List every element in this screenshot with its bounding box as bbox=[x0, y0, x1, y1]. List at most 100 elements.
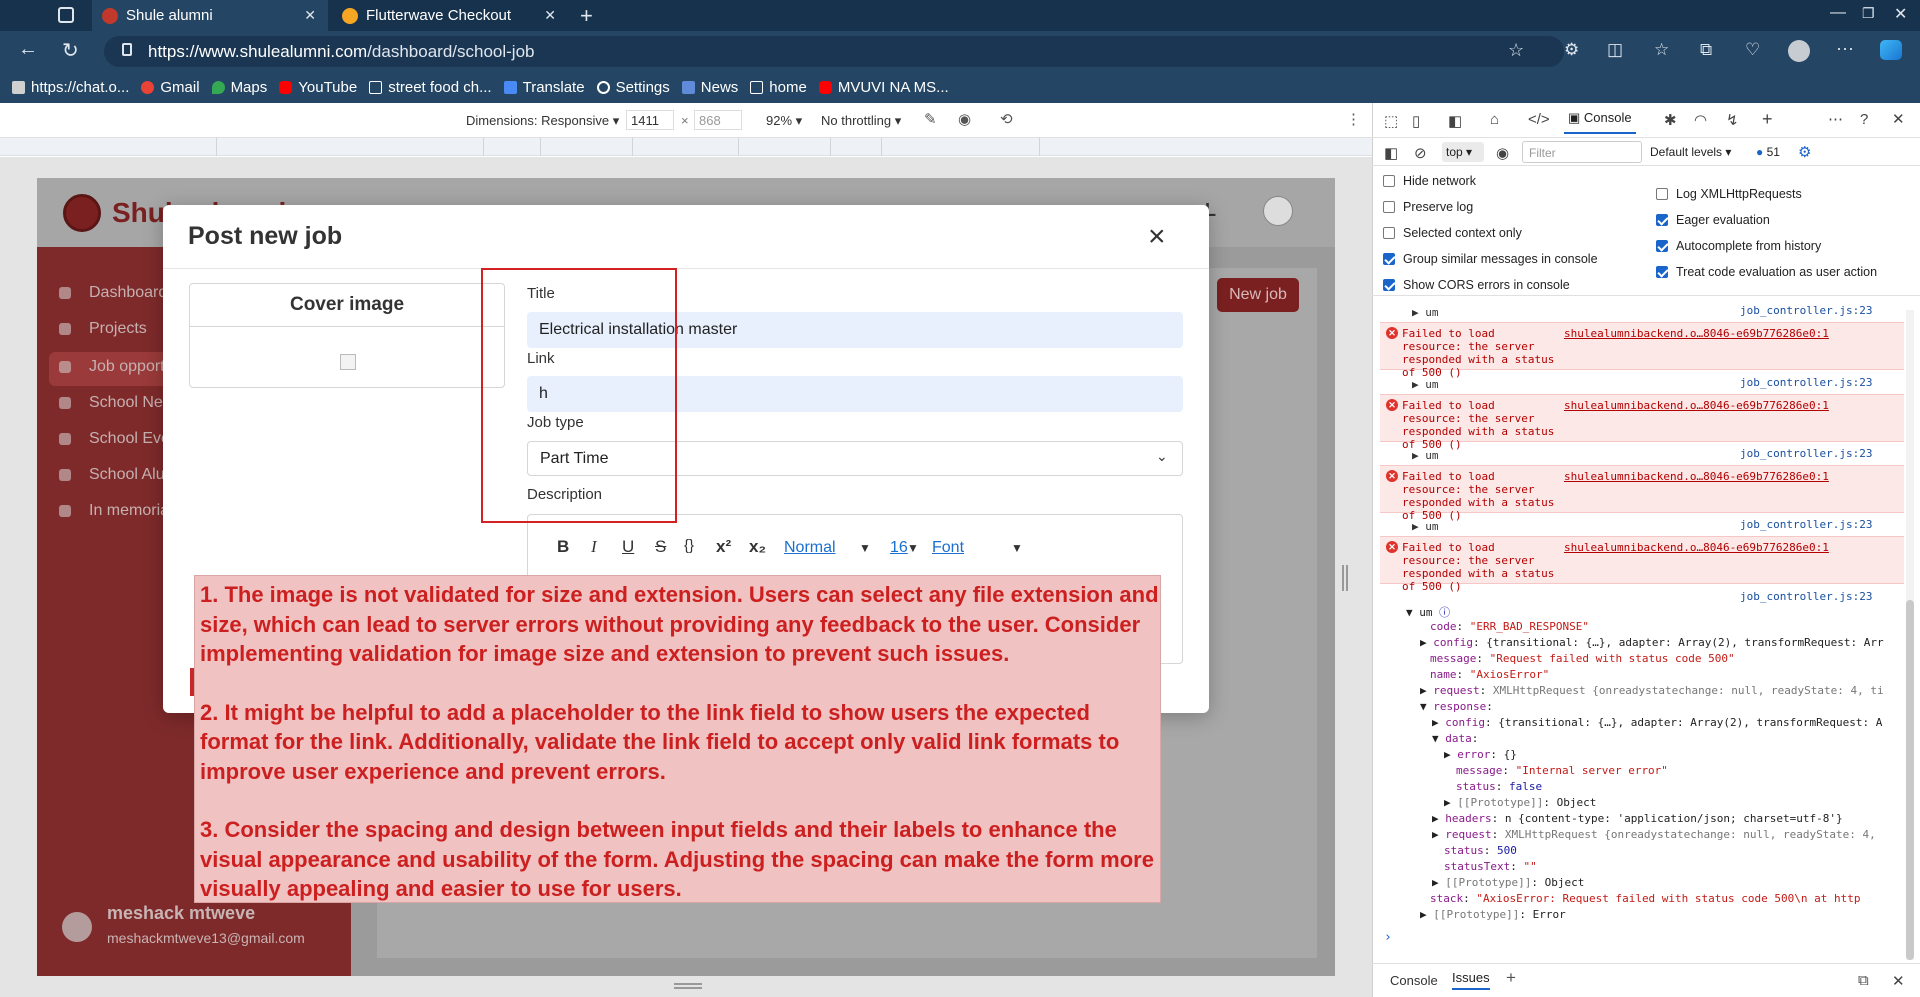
close-tab-icon[interactable]: ✕ bbox=[304, 7, 316, 24]
copilot-icon[interactable] bbox=[1880, 40, 1902, 60]
eye-icon[interactable]: ◉ bbox=[958, 110, 971, 128]
profile-avatar[interactable] bbox=[1788, 40, 1810, 62]
checkbox[interactable] bbox=[1383, 175, 1395, 187]
sources-icon[interactable]: ✱ bbox=[1664, 111, 1677, 129]
app-logo-icon[interactable] bbox=[63, 194, 101, 232]
split-screen-icon[interactable]: ◫ bbox=[1607, 40, 1623, 60]
drawer-close-icon[interactable]: ✕ bbox=[1892, 972, 1905, 990]
extensions-icon[interactable]: ⚙ bbox=[1564, 40, 1579, 60]
bookmark-maps[interactable]: Maps bbox=[211, 79, 267, 96]
sidebar-item-dashboard[interactable]: Dashboard bbox=[59, 284, 167, 302]
log-source-link[interactable]: job_controller.js:23 bbox=[1740, 447, 1872, 460]
minimize-icon[interactable]: — bbox=[1830, 4, 1846, 22]
drawer-add-icon[interactable]: + bbox=[1506, 968, 1516, 988]
throttling-dropdown[interactable]: No throttling ▾ bbox=[821, 113, 901, 129]
subscript-button[interactable]: x₂ bbox=[749, 537, 766, 557]
network-icon[interactable]: ◠ bbox=[1694, 111, 1707, 129]
checkbox[interactable] bbox=[1383, 253, 1395, 265]
log-um[interactable]: ▶ um bbox=[1412, 378, 1439, 391]
console-settings-icon[interactable]: ⚙ bbox=[1798, 143, 1811, 161]
viewport-side-resize-handle[interactable] bbox=[1342, 565, 1348, 591]
tree-request[interactable]: ▶ request: XMLHttpRequest {onreadystatec… bbox=[1420, 684, 1884, 697]
more-menu-icon[interactable]: ··· bbox=[1836, 38, 1854, 59]
device-more-icon[interactable]: ⋮ bbox=[1346, 110, 1361, 128]
log-um[interactable]: ▶ um bbox=[1412, 520, 1439, 533]
setting-selected-context[interactable]: Selected context only bbox=[1383, 226, 1522, 240]
levels-dropdown[interactable]: Default levels ▾ bbox=[1650, 145, 1731, 159]
filter-input[interactable]: Filter bbox=[1522, 141, 1642, 163]
drawer-tab-console[interactable]: Console bbox=[1390, 973, 1438, 988]
issues-counter[interactable]: ● 51 bbox=[1756, 145, 1780, 159]
bookmark-news[interactable]: News bbox=[681, 79, 738, 96]
bookmark-youtube[interactable]: YouTube bbox=[279, 79, 357, 96]
setting-preserve-log[interactable]: Preserve log bbox=[1383, 200, 1473, 214]
log-um[interactable]: ▶ um bbox=[1412, 449, 1439, 462]
dimensions-dropdown[interactable]: Dimensions: Responsive ▾ bbox=[466, 113, 619, 129]
star-icon[interactable]: ☆ bbox=[1508, 40, 1524, 61]
tab-actions-icon[interactable] bbox=[58, 7, 74, 23]
inspect-icon[interactable]: ⬚ bbox=[1384, 112, 1398, 130]
viewport-resize-handle[interactable] bbox=[674, 983, 702, 989]
performance-icon[interactable]: ↯ bbox=[1726, 111, 1739, 129]
window-close-icon[interactable]: ✕ bbox=[1894, 4, 1907, 24]
sidebar-toggle-icon[interactable]: ◧ bbox=[1384, 144, 1398, 162]
checkbox[interactable] bbox=[1656, 266, 1668, 278]
error-source-link[interactable]: shulealumnibackend.o…8046-e69b776286e0:1 bbox=[1564, 470, 1829, 483]
setting-cors-errors[interactable]: Show CORS errors in console bbox=[1383, 278, 1570, 292]
strike-button[interactable]: S bbox=[655, 537, 666, 557]
log-um[interactable]: ▶ um bbox=[1412, 306, 1439, 319]
tab-shule-alumni[interactable]: Shule alumni ✕ bbox=[92, 0, 328, 31]
close-tab-icon[interactable]: ✕ bbox=[544, 7, 556, 24]
italic-button[interactable]: I bbox=[591, 537, 597, 557]
bold-button[interactable]: B bbox=[557, 537, 569, 557]
superscript-button[interactable]: x² bbox=[716, 537, 731, 557]
add-panel-icon[interactable]: + bbox=[1762, 109, 1773, 130]
bookmark-settings[interactable]: Settings bbox=[596, 79, 670, 96]
bookmark-home[interactable]: home bbox=[750, 79, 807, 96]
devtools-close-icon[interactable]: ✕ bbox=[1892, 110, 1905, 128]
setting-eager-eval[interactable]: Eager evaluation bbox=[1656, 213, 1770, 227]
setting-log-xhr[interactable]: Log XMLHttpRequests bbox=[1656, 187, 1802, 201]
header-style-select[interactable]: Normal bbox=[784, 539, 836, 557]
tab-console[interactable]: ▣ Console bbox=[1564, 110, 1636, 134]
devtools-more-icon[interactable]: ⋯ bbox=[1828, 110, 1843, 128]
tree-response-proto[interactable]: ▶ [[Prototype]]: Object bbox=[1432, 876, 1584, 889]
error-source-link[interactable]: shulealumnibackend.o…8046-e69b776286e0:1 bbox=[1564, 541, 1829, 554]
tree-config[interactable]: ▶ config: {transitional: {…}, adapter: A… bbox=[1420, 636, 1884, 649]
bookmark-translate[interactable]: Translate bbox=[503, 79, 585, 96]
sidebar-item-in-memorial[interactable]: In memorial bbox=[59, 502, 173, 520]
lock-icon[interactable] bbox=[122, 43, 132, 56]
error-source-link[interactable]: shulealumnibackend.o…8046-e69b776286e0:1 bbox=[1564, 327, 1829, 340]
setting-group-similar[interactable]: Group similar messages in console bbox=[1383, 252, 1598, 266]
height-input[interactable]: 868 bbox=[694, 110, 742, 130]
bookmark-mvuvi[interactable]: MVUVI NA MS... bbox=[818, 79, 949, 96]
live-expression-icon[interactable]: ◉ bbox=[1496, 144, 1509, 162]
help-icon[interactable]: ? bbox=[1860, 111, 1868, 128]
log-source-link[interactable]: job_controller.js:23 bbox=[1740, 304, 1872, 317]
error-source-link[interactable]: shulealumnibackend.o…8046-e69b776286e0:1 bbox=[1564, 399, 1829, 412]
setting-treat-eval[interactable]: Treat code evaluation as user action bbox=[1656, 265, 1877, 279]
back-icon[interactable]: ← bbox=[18, 38, 38, 61]
checkbox[interactable] bbox=[1383, 227, 1395, 239]
checkbox[interactable] bbox=[1383, 279, 1395, 291]
tree-error-proto[interactable]: ▶ [[Prototype]]: Error bbox=[1420, 908, 1566, 921]
font-size-select[interactable]: 16 bbox=[890, 539, 908, 557]
tree-data[interactable]: ▼ data: bbox=[1432, 732, 1478, 745]
checkbox[interactable] bbox=[1656, 240, 1668, 252]
context-select[interactable]: top ▾ bbox=[1442, 142, 1484, 162]
setting-hide-network[interactable]: Hide network bbox=[1383, 174, 1476, 188]
bookmark-street-food[interactable]: street food ch... bbox=[369, 79, 492, 96]
clear-console-icon[interactable]: ⊘ bbox=[1414, 144, 1427, 162]
tree-headers[interactable]: ▶ headers: n {content-type: 'application… bbox=[1432, 812, 1843, 825]
header-avatar[interactable] bbox=[1263, 196, 1293, 226]
log-source-link[interactable]: job_controller.js:23 bbox=[1740, 376, 1872, 389]
tree-data-error[interactable]: ▶ error: {} bbox=[1444, 748, 1517, 761]
checkbox[interactable] bbox=[1383, 201, 1395, 213]
new-job-button[interactable]: New job bbox=[1217, 278, 1299, 312]
pen-icon[interactable]: ✎ bbox=[924, 110, 937, 128]
user-avatar[interactable] bbox=[62, 912, 92, 942]
url-field[interactable]: https://www.shulealumni.com/dashboard/sc… bbox=[104, 36, 1564, 67]
tree-response-config[interactable]: ▶ config: {transitional: {…}, adapter: A… bbox=[1432, 716, 1882, 729]
drawer-tab-issues[interactable]: Issues bbox=[1452, 970, 1490, 990]
tree-data-proto[interactable]: ▶ [[Prototype]]: Object bbox=[1444, 796, 1596, 809]
